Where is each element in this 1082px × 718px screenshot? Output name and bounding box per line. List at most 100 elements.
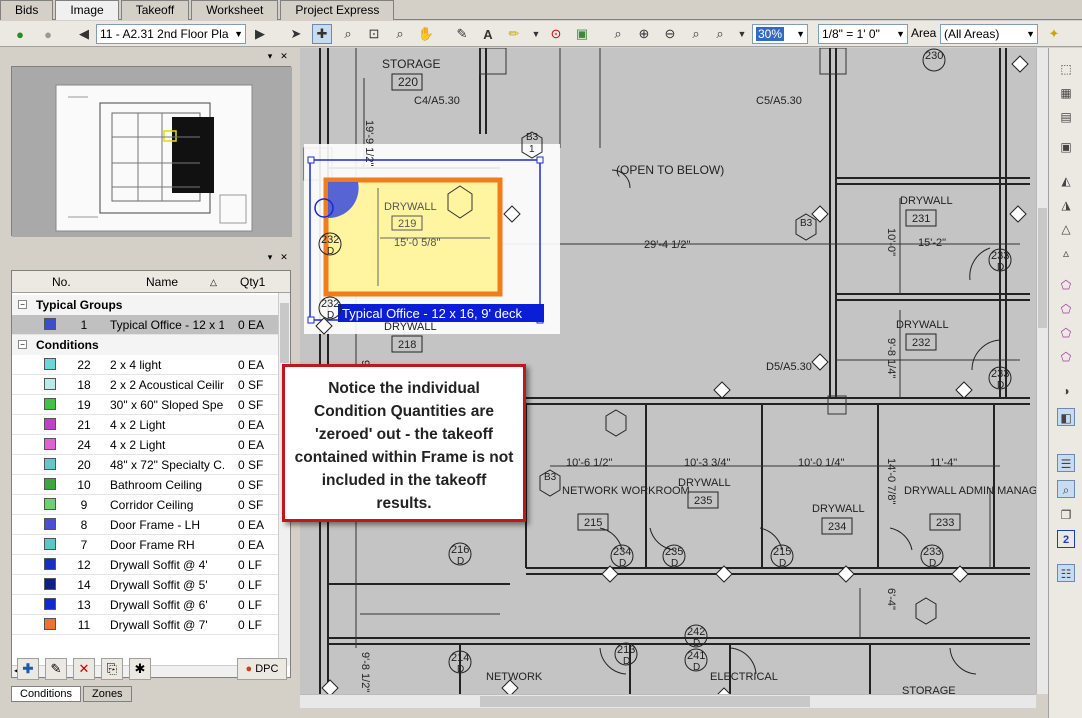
- list-view-icon[interactable]: ☰: [1057, 454, 1075, 472]
- properties-icon[interactable]: ☷: [1057, 564, 1075, 582]
- frame-icon[interactable]: ▣: [572, 24, 592, 44]
- condition-row[interactable]: 22 2 x 4 light 0 EA: [12, 355, 280, 375]
- condition-row[interactable]: 1 Typical Office - 12 x 1... 0 EA: [12, 315, 280, 335]
- room-num-231: 231: [912, 213, 930, 225]
- zoom-in-icon[interactable]: ⊕: [634, 24, 654, 44]
- shape-icon[interactable]: ⬠: [1057, 276, 1075, 294]
- area-select[interactable]: (All Areas) ▼: [940, 24, 1038, 44]
- zoom-select-icon[interactable]: ⌕: [390, 24, 410, 44]
- condition-number: 11: [77, 618, 91, 632]
- tab-bids[interactable]: Bids: [0, 0, 54, 20]
- page-thumbnail[interactable]: [11, 66, 292, 237]
- new-folder-button[interactable]: ✱: [129, 658, 151, 680]
- column-qty[interactable]: Qty1: [240, 275, 265, 289]
- zoom-fit-icon[interactable]: ⌕: [686, 24, 706, 44]
- column-no[interactable]: No.: [52, 275, 71, 289]
- back-icon[interactable]: ●: [10, 24, 30, 44]
- mirror-icon[interactable]: ◭: [1057, 172, 1075, 190]
- scale-select[interactable]: 1/8" = 1' 0" ▼: [818, 24, 908, 44]
- condition-row[interactable]: 20 48" x 72" Specialty C... 0 SF: [12, 455, 280, 475]
- shape-add-icon[interactable]: ⬠: [1057, 300, 1075, 318]
- scale-value: 1/8" = 1' 0": [822, 27, 880, 41]
- layers-icon[interactable]: ▣: [1057, 138, 1075, 156]
- annotation-icon[interactable]: ✎: [452, 24, 472, 44]
- zoom-page-icon[interactable]: ⌕: [608, 24, 628, 44]
- close-icon[interactable]: ✕: [278, 252, 290, 264]
- highlighter-dropdown-icon[interactable]: ▼: [526, 24, 546, 44]
- add-condition-button[interactable]: ✚: [17, 658, 39, 680]
- condition-color-swatch: [44, 418, 56, 430]
- scroll-thumb[interactable]: [480, 696, 810, 707]
- fill-icon[interactable]: ◧: [1057, 408, 1075, 426]
- collapse-icon[interactable]: −: [18, 340, 27, 349]
- copy-condition-button[interactable]: ⎘: [101, 658, 123, 680]
- condition-row[interactable]: 10 Bathroom Ceiling 0 SF: [12, 475, 280, 495]
- column-name[interactable]: Name: [146, 275, 178, 289]
- scroll-thumb[interactable]: [1038, 208, 1047, 328]
- pin-icon[interactable]: ▾: [264, 51, 276, 63]
- group-header[interactable]: − Typical Groups: [12, 295, 280, 315]
- page-two-icon[interactable]: 2: [1057, 530, 1075, 548]
- rotate-icon[interactable]: △: [1057, 220, 1075, 238]
- record-icon[interactable]: ⊙: [546, 24, 566, 44]
- crosshair-icon[interactable]: ✚: [312, 24, 332, 44]
- tab-worksheet[interactable]: Worksheet: [191, 0, 279, 20]
- condition-row[interactable]: 9 Corridor Ceiling 0 SF: [12, 495, 280, 515]
- condition-row[interactable]: 21 4 x 2 Light 0 EA: [12, 415, 280, 435]
- edit-condition-button[interactable]: ✎: [45, 658, 67, 680]
- drawing-horizontal-scrollbar[interactable]: [300, 694, 1036, 708]
- condition-row[interactable]: 19 30" x 60" Sloped Spe... 0 SF: [12, 395, 280, 415]
- table-icon[interactable]: ▤: [1057, 108, 1075, 126]
- close-icon[interactable]: ✕: [278, 51, 290, 63]
- highlighter-icon[interactable]: ✏: [504, 24, 524, 44]
- room-num-234: 234: [828, 521, 846, 533]
- page-select[interactable]: 11 - A2.31 2nd Floor Pla ▼: [96, 24, 246, 44]
- text-icon[interactable]: A: [478, 24, 498, 44]
- search-icon[interactable]: ⌕: [1057, 480, 1075, 498]
- tab-project-express[interactable]: Project Express: [280, 0, 395, 20]
- group-header[interactable]: − Conditions: [12, 335, 280, 355]
- tag-sub: D: [997, 380, 1004, 391]
- condition-row[interactable]: 24 4 x 2 Light 0 EA: [12, 435, 280, 455]
- condition-row[interactable]: 14 Drywall Soffit @ 5' 0 LF: [12, 575, 280, 595]
- zoom-icon[interactable]: ⌕: [338, 24, 358, 44]
- tab-conditions[interactable]: Conditions: [11, 686, 81, 702]
- copy-icon[interactable]: ❐: [1057, 506, 1075, 524]
- zoom-dropdown-icon[interactable]: ▼: [732, 24, 752, 44]
- condition-row[interactable]: 12 Drywall Soffit @ 4' 0 LF: [12, 555, 280, 575]
- tab-image[interactable]: Image: [55, 0, 119, 20]
- condition-row[interactable]: 18 2 x 2 Acoustical Ceiling 0 SF: [12, 375, 280, 395]
- delete-condition-button[interactable]: ✕: [73, 658, 95, 680]
- condition-row[interactable]: 8 Door Frame - LH 0 EA: [12, 515, 280, 535]
- shape-remove-icon[interactable]: ⬠: [1057, 324, 1075, 342]
- zoom-previous-icon[interactable]: ⌕: [710, 24, 730, 44]
- zoom-window-icon[interactable]: ⊡: [364, 24, 384, 44]
- scroll-thumb[interactable]: [280, 303, 289, 363]
- condition-row[interactable]: 11 Drywall Soffit @ 7' 0 LF: [12, 615, 280, 635]
- collapse-icon[interactable]: −: [18, 300, 27, 309]
- frame-label[interactable]: Typical Office - 12 x 16, 9' deck: [342, 306, 522, 321]
- condition-row[interactable]: 7 Door Frame RH 0 EA: [12, 535, 280, 555]
- pan-hand-icon[interactable]: ✋: [416, 24, 436, 44]
- pointer-icon[interactable]: ➤: [286, 24, 306, 44]
- wand-icon[interactable]: ✦: [1044, 24, 1064, 44]
- zoom-select[interactable]: 30% ▼: [752, 24, 808, 44]
- tab-takeoff[interactable]: Takeoff: [120, 0, 190, 20]
- contrast-icon[interactable]: ◑: [1057, 382, 1075, 400]
- dpc-button[interactable]: ● DPC: [237, 658, 287, 680]
- frame-select-icon[interactable]: ▦: [1057, 84, 1075, 102]
- forward-icon[interactable]: ●: [38, 24, 58, 44]
- flip-icon[interactable]: ◮: [1057, 196, 1075, 214]
- drawing-vertical-scrollbar[interactable]: [1036, 48, 1048, 694]
- shape-edit-icon[interactable]: ⬠: [1057, 348, 1075, 366]
- next-page-icon[interactable]: ▶: [250, 24, 270, 44]
- pin-icon[interactable]: ▾: [264, 252, 276, 264]
- grid-select-icon[interactable]: ⬚: [1057, 60, 1075, 78]
- condition-row[interactable]: 13 Drywall Soffit @ 6' 0 LF: [12, 595, 280, 615]
- condition-number: 24: [77, 438, 91, 452]
- align-icon[interactable]: ▵: [1057, 244, 1075, 262]
- prev-page-icon[interactable]: ◀: [74, 24, 94, 44]
- tab-zones[interactable]: Zones: [82, 686, 132, 702]
- condition-qty: 0 SF: [238, 458, 264, 472]
- zoom-out-icon[interactable]: ⊖: [660, 24, 680, 44]
